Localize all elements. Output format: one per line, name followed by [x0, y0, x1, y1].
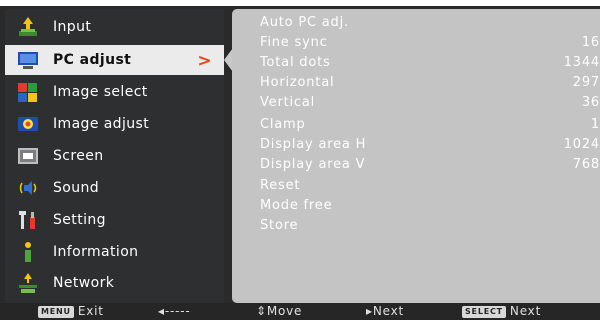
option-label: Display area H: [260, 137, 367, 152]
menu-item-pc-adjust[interactable]: PC adjust >: [5, 45, 224, 75]
option-auto-pc-adj[interactable]: Auto PC adj.: [260, 15, 600, 35]
input-icon: [17, 16, 39, 38]
menu-item-label: Screen: [53, 148, 104, 164]
option-total-dots[interactable]: Total dots 1344: [260, 55, 600, 75]
menu-key-icon: MENU: [38, 306, 74, 318]
bottom-help-bar: MENU Exit ◂----- ⇕Move ▸Next SELECT Next: [0, 303, 600, 320]
option-value: 1344: [563, 55, 600, 70]
menu-item-screen[interactable]: Screen: [5, 141, 224, 171]
menu-item-information[interactable]: Information: [5, 237, 224, 267]
image-adjust-icon: [17, 113, 39, 135]
option-value: 768: [572, 157, 600, 172]
option-horizontal[interactable]: Horizontal 297: [260, 75, 600, 95]
exit-hint-label: Exit: [77, 304, 104, 318]
option-label: Store: [260, 218, 299, 233]
select-key-icon: SELECT: [462, 306, 506, 318]
option-label: Reset: [260, 178, 301, 193]
menu-item-input[interactable]: Input: [5, 12, 224, 42]
menu-item-setting[interactable]: Setting: [5, 205, 224, 235]
option-value: 1: [590, 117, 600, 132]
chevron-right-icon: >: [197, 51, 212, 71]
select-next-hint: SELECT Next: [462, 304, 541, 318]
menu-item-label: Image adjust: [53, 116, 150, 132]
option-label: Display area V: [260, 157, 366, 172]
option-label: Mode free: [260, 198, 333, 213]
move-hint: ⇕Move: [256, 304, 303, 318]
menu-item-label: Image select: [53, 84, 148, 100]
menu-item-label: Input: [53, 19, 92, 35]
option-reset[interactable]: Reset: [260, 178, 600, 198]
image-select-icon: [17, 81, 39, 103]
pc-adjust-icon: [17, 49, 39, 71]
exit-hint: MENU Exit: [38, 304, 104, 318]
menu-item-sound[interactable]: Sound: [5, 173, 224, 203]
option-display-area-h[interactable]: Display area H 1024: [260, 137, 600, 157]
menu-item-image-adjust[interactable]: Image adjust: [5, 109, 224, 139]
option-mode-free[interactable]: Mode free: [260, 198, 600, 218]
menu-item-label: Setting: [53, 212, 106, 228]
menu-item-label: PC adjust: [53, 52, 132, 68]
setting-icon: [17, 209, 39, 231]
option-value: 36: [581, 95, 600, 110]
menu-item-label: Sound: [53, 180, 100, 196]
option-vertical[interactable]: Vertical 36: [260, 95, 600, 115]
menu-item-image-select[interactable]: Image select: [5, 77, 224, 107]
option-label: Auto PC adj.: [260, 15, 349, 30]
option-label: Clamp: [260, 117, 306, 132]
next-hint: ▸Next: [366, 304, 404, 318]
option-value: 16: [581, 35, 600, 50]
sound-icon: [17, 177, 39, 199]
option-value: 1024: [563, 137, 600, 152]
option-label: Fine sync: [260, 35, 328, 50]
select-next-label: Next: [509, 304, 542, 318]
option-store[interactable]: Store: [260, 218, 600, 238]
menu-item-label: Information: [53, 244, 139, 260]
option-clamp[interactable]: Clamp 1: [260, 117, 600, 137]
option-label: Horizontal: [260, 75, 335, 90]
menu-item-network[interactable]: Network: [5, 268, 224, 298]
option-display-area-v[interactable]: Display area V 768: [260, 157, 600, 177]
option-value: 297: [572, 75, 600, 90]
network-icon: [17, 272, 39, 294]
option-fine-sync[interactable]: Fine sync 16: [260, 35, 600, 55]
option-label: Total dots: [260, 55, 331, 70]
option-label: Vertical: [260, 95, 316, 110]
back-hint: ◂-----: [158, 304, 191, 318]
information-icon: [17, 241, 39, 263]
screen-icon: [17, 145, 39, 167]
menu-item-label: Network: [53, 275, 115, 291]
